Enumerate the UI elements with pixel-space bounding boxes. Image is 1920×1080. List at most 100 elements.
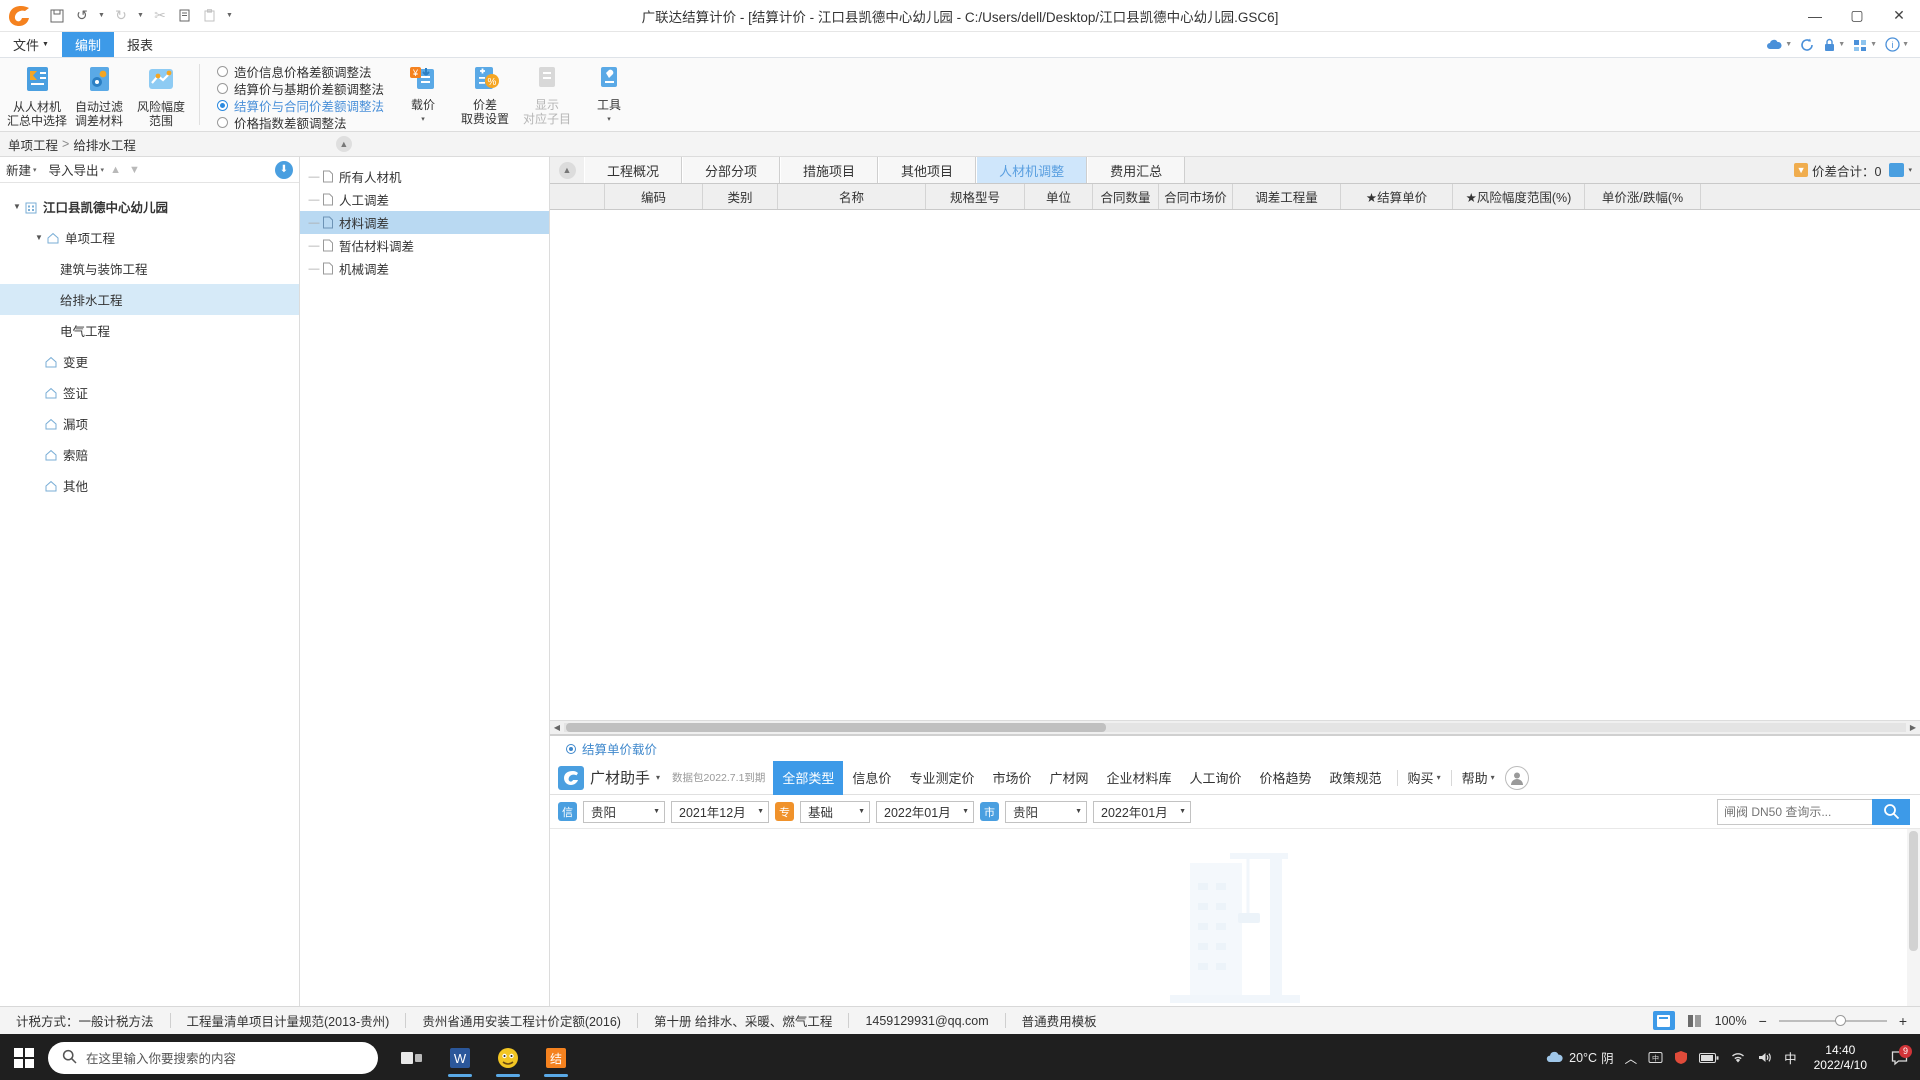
column-header-price-change-rate[interactable]: 单价涨/跌幅(% xyxy=(1585,184,1701,209)
copy-icon[interactable] xyxy=(174,5,196,27)
column-header-contract-market-price[interactable]: 合同市场价 xyxy=(1159,184,1233,209)
tree-node-single-project[interactable]: ▼ 单项工程 xyxy=(0,222,299,253)
cut-icon[interactable]: ✂ xyxy=(149,5,171,27)
ime-cn-icon[interactable]: 中 xyxy=(1784,1048,1797,1067)
collapse-panel-button[interactable]: ▲ xyxy=(550,157,584,183)
tree-node-change[interactable]: 变更 xyxy=(0,346,299,377)
move-down-icon[interactable]: ▼ xyxy=(127,164,142,176)
refresh-icon[interactable] xyxy=(1797,38,1818,52)
tab-other-items[interactable]: 其他项目 xyxy=(878,157,977,183)
tab-resource-adjustment[interactable]: 人材机调整 xyxy=(976,157,1088,183)
list-item-machinery-adjust[interactable]: — 机械调差 xyxy=(300,257,549,280)
undo-icon[interactable]: ↺ xyxy=(71,5,93,27)
menu-item-file[interactable]: 文件 ▼ xyxy=(0,32,62,57)
taskbar-search[interactable]: 在这里输入你要搜索的内容 xyxy=(48,1041,378,1074)
search-input[interactable] xyxy=(1717,798,1872,825)
from-labor-material-machine-button[interactable]: 从人材机 汇总中选择 xyxy=(6,58,68,128)
tab-cost-summary[interactable]: 费用汇总 xyxy=(1087,157,1186,183)
auto-filter-button[interactable]: 自动过滤 调差材料 xyxy=(68,58,130,128)
help-icon[interactable]: i ▼ xyxy=(1882,37,1912,52)
dock-vertical-scrollbar[interactable] xyxy=(1907,829,1920,1006)
menu-item-edit[interactable]: 编制 xyxy=(61,32,114,57)
buy-button[interactable]: 购买 ▾ xyxy=(1404,768,1445,787)
cloud-icon[interactable]: ▼ xyxy=(1763,38,1795,51)
gc-tab-enterprise-library[interactable]: 企业材料库 xyxy=(1097,761,1180,795)
grid-icon[interactable]: ▼ xyxy=(1850,38,1880,52)
tree-node-architecture-decoration[interactable]: 建筑与装饰工程 xyxy=(0,253,299,284)
price-diff-settings-button[interactable]: % 价差 取费设置 xyxy=(454,58,516,126)
tree-node-project[interactable]: ▼ 江口县凯德中心幼儿园 xyxy=(0,191,299,222)
move-up-icon[interactable]: ▲ xyxy=(108,164,123,176)
gc-tab-market-price[interactable]: 市场价 xyxy=(983,761,1040,795)
browser-app-icon[interactable] xyxy=(486,1038,530,1078)
gc-tab-gcw[interactable]: 广材网 xyxy=(1040,761,1097,795)
chevron-down-icon[interactable]: ▼ xyxy=(32,233,46,242)
help-button[interactable]: 帮助 ▾ xyxy=(1458,768,1499,787)
professional-price-period-select[interactable]: 2022年01月 ▼ xyxy=(876,800,974,823)
ime-icon[interactable]: 中 xyxy=(1648,1050,1663,1065)
tree-node-visa[interactable]: 签证 xyxy=(0,377,299,408)
tab-division-items[interactable]: 分部分项 xyxy=(682,157,781,183)
tools-button[interactable]: 工具 ▾ xyxy=(578,58,640,127)
notification-center-icon[interactable]: 9 xyxy=(1884,1044,1914,1066)
gc-tab-all-types[interactable]: 全部类型 xyxy=(773,760,844,795)
tree-node-missing-items[interactable]: 漏项 xyxy=(0,408,299,439)
taskbar-clock[interactable]: 14:40 2022/4/10 xyxy=(1808,1043,1873,1073)
gc-tab-professional-price[interactable]: 专业测定价 xyxy=(900,761,983,795)
scroll-thumb[interactable] xyxy=(1909,831,1918,951)
breadcrumb-root[interactable]: 单项工程 xyxy=(8,135,58,154)
column-header-name[interactable]: 名称 xyxy=(778,184,926,209)
slider-knob[interactable] xyxy=(1834,1015,1846,1026)
battery-icon[interactable] xyxy=(1699,1052,1719,1064)
save-icon[interactable] xyxy=(46,5,68,27)
radio-price-index-diff[interactable]: 价格指数差额调整法 xyxy=(217,114,384,131)
list-item-material-adjust[interactable]: — 材料调差 xyxy=(300,211,549,234)
glodon-app-icon[interactable]: 结 xyxy=(534,1038,578,1078)
zoom-in-button[interactable]: + xyxy=(1896,1013,1910,1029)
view-options-button[interactable]: ▾ xyxy=(1889,163,1912,177)
windows-start-icon[interactable] xyxy=(0,1047,48,1068)
show-matching-items-button[interactable]: 显示 对应子目 xyxy=(516,58,578,126)
column-header-code[interactable]: 编码 xyxy=(605,184,703,209)
tab-measure-items[interactable]: 措施项目 xyxy=(780,157,879,183)
shield-icon[interactable] xyxy=(1674,1050,1688,1065)
grid-horizontal-scrollbar[interactable]: ◀ ▶ xyxy=(550,720,1920,734)
search-icon[interactable] xyxy=(1872,798,1910,825)
radio-settlement-vs-contract-price[interactable]: 结算价与合同价差额调整法 xyxy=(217,97,384,114)
import-export-button[interactable]: 导入导出 ▾ xyxy=(49,160,105,179)
chevron-down-icon[interactable]: ▾ xyxy=(607,113,611,127)
weather-widget[interactable]: 20°C 阴 xyxy=(1545,1048,1614,1067)
chevron-down-icon[interactable]: ▾ xyxy=(421,113,425,127)
zoom-slider[interactable] xyxy=(1778,1014,1887,1028)
chevron-up-icon[interactable]: ▲ xyxy=(335,136,352,152)
data-grid-body[interactable] xyxy=(550,210,1920,720)
list-item-all-resources[interactable]: — 所有人材机 xyxy=(300,165,549,188)
new-button[interactable]: 新建 ▾ xyxy=(6,160,37,179)
redo-caret-icon[interactable]: ▼ xyxy=(135,12,146,19)
chevron-up-icon[interactable]: ︿ xyxy=(1625,1048,1638,1067)
radio-settlement-vs-base-price[interactable]: 结算价与基期价差额调整法 xyxy=(217,80,384,97)
tree-node-claim[interactable]: 索赔 xyxy=(0,439,299,470)
lock-icon[interactable]: ▼ xyxy=(1820,38,1848,52)
word-app-icon[interactable]: W xyxy=(438,1038,482,1078)
gc-tab-policy-standards[interactable]: 政策规范 xyxy=(1321,761,1391,795)
column-header-category[interactable]: 类别 xyxy=(703,184,778,209)
redo-icon[interactable]: ↻ xyxy=(110,5,132,27)
column-header-contract-qty[interactable]: 合同数量 xyxy=(1093,184,1159,209)
market-price-region-select[interactable]: 贵阳 ▼ xyxy=(1005,800,1087,823)
column-header-settlement-unit-price[interactable]: ★结算单价 xyxy=(1341,184,1453,209)
close-button[interactable]: ✕ xyxy=(1878,0,1920,32)
paste-icon[interactable] xyxy=(199,5,221,27)
market-price-period-select[interactable]: 2022年01月 ▼ xyxy=(1093,800,1191,823)
wifi-icon[interactable] xyxy=(1730,1051,1746,1064)
window-controls[interactable]: — ▢ ✕ xyxy=(1794,0,1920,32)
info-price-region-select[interactable]: 贵阳 ▼ xyxy=(583,800,665,823)
column-header-adjust-qty[interactable]: 调差工程量 xyxy=(1233,184,1341,209)
zoom-out-button[interactable]: − xyxy=(1756,1013,1770,1029)
qat-more-icon[interactable]: ▼ xyxy=(224,12,235,19)
download-icon[interactable]: ⬇ xyxy=(275,160,293,179)
user-avatar-icon[interactable] xyxy=(1504,765,1529,790)
tree-node-electrical[interactable]: 电气工程 xyxy=(0,315,299,346)
split-view-icon[interactable] xyxy=(1684,1011,1706,1030)
quick-access-toolbar[interactable]: ↺ ▼ ↻ ▼ ✂ ▼ xyxy=(46,5,235,27)
